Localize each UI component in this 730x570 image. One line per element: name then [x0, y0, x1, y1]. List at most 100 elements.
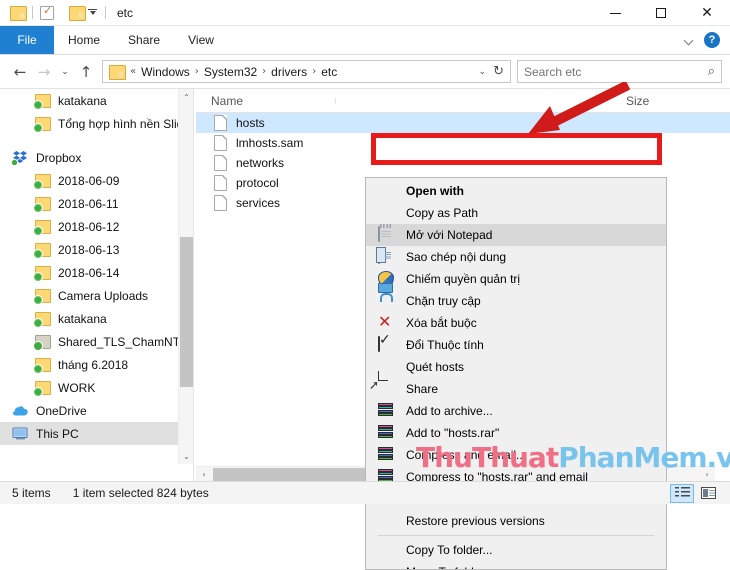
scroll-up-icon[interactable]: ⌃	[179, 89, 194, 105]
delete-x-icon: ✕	[378, 311, 392, 331]
menu-item-sao-chep-noi-dung[interactable]: Sao chép nội dung	[366, 246, 666, 268]
tab-view[interactable]: View	[174, 26, 228, 54]
title-bar: etc ✕	[0, 0, 730, 26]
menu-item-restore-previous-versions[interactable]: Restore previous versions	[366, 510, 666, 532]
sidebar-item-2018-06-12[interactable]: 2018-06-12	[0, 215, 178, 238]
breadcrumb-separator[interactable]: ›	[260, 66, 268, 77]
up-button[interactable]: ↑	[74, 60, 98, 84]
chevron-down-icon[interactable]	[684, 34, 696, 46]
onedrive-icon	[12, 403, 29, 418]
menu-item-open-with[interactable]: Open with	[366, 180, 666, 202]
folder-sync-icon	[33, 116, 51, 133]
sidebar-item-thang-6-2018[interactable]: tháng 6.2018	[0, 353, 178, 376]
context-menu: Open with Copy as Path Mở với Notepad Sa…	[365, 177, 667, 570]
sidebar-item-label: Dropbox	[36, 150, 82, 165]
navigation-pane-scrollbar[interactable]: ⌃ ⌄	[178, 89, 193, 464]
sidebar-item-2018-06-14[interactable]: 2018-06-14	[0, 261, 178, 284]
menu-item-add-to-archive[interactable]: Add to archive...	[366, 400, 666, 422]
search-input[interactable]	[524, 64, 708, 79]
search-box[interactable]: ⌕	[517, 60, 722, 83]
breadcrumb-separator[interactable]: ›	[310, 66, 318, 77]
scroll-left-icon[interactable]: ‹	[196, 467, 212, 482]
refresh-icon[interactable]: ↻	[493, 64, 504, 79]
menu-item-chan-truy-cap[interactable]: Chặn truy cập	[366, 290, 666, 312]
column-label: Name	[211, 93, 244, 108]
sidebar-item-katakana-2[interactable]: katakana	[0, 307, 178, 330]
recent-locations-button[interactable]: ⌄	[56, 60, 74, 84]
sidebar-item-shared-tls-chamnt[interactable]: Shared_TLS_ChamNT	[0, 330, 178, 353]
breadcrumb: « Windows › System32 › drivers › etc	[128, 65, 340, 79]
sidebar-item-2018-06-13[interactable]: 2018-06-13	[0, 238, 178, 261]
menu-item-move-to-folder[interactable]: Move To folder...	[366, 561, 666, 569]
breadcrumb-separator[interactable]: ›	[193, 66, 201, 77]
menu-item-copy-to-folder[interactable]: Copy To folder...	[366, 539, 666, 561]
maximize-button[interactable]	[638, 0, 684, 26]
address-path-field[interactable]: « Windows › System32 › drivers › etc ⌄ ↻	[102, 60, 511, 83]
menu-item-label: Copy as Path	[406, 206, 479, 220]
column-header-size[interactable]: Size	[616, 94, 686, 108]
window-title: etc	[117, 5, 134, 20]
sidebar-item-this-pc[interactable]: This PC	[0, 422, 178, 445]
sidebar-item-dropbox[interactable]: Dropbox	[0, 146, 178, 169]
menu-item-add-to-hosts-rar[interactable]: Add to "hosts.rar"	[366, 422, 666, 444]
close-button[interactable]: ✕	[684, 0, 730, 26]
this-pc-icon	[12, 426, 29, 441]
menu-item-copy-as-path[interactable]: Copy as Path	[366, 202, 666, 224]
table-row[interactable]: hosts	[196, 113, 730, 133]
scrollbar-thumb[interactable]	[180, 237, 193, 387]
file-icon	[214, 195, 227, 211]
address-bar: ← → ⌄ ↑ « Windows › System32 › drivers ›…	[0, 55, 730, 88]
menu-item-compress-and-email[interactable]: Compress and email...	[366, 444, 666, 466]
breadcrumb-overflow[interactable]: «	[128, 66, 138, 77]
new-folder-icon[interactable]	[69, 6, 86, 21]
properties-icon[interactable]	[40, 4, 54, 20]
sidebar-item-label: 2018-06-13	[58, 242, 120, 257]
folder-sync-icon	[33, 311, 51, 328]
search-icon[interactable]: ⌕	[708, 64, 715, 79]
sidebar-item-camera-uploads[interactable]: Camera Uploads	[0, 284, 178, 307]
menu-item-chiem-quyen-quan-tri[interactable]: Chiếm quyền quản trị	[366, 268, 666, 290]
sidebar-item-work[interactable]: WORK	[0, 376, 178, 399]
table-row[interactable]: lmhosts.sam	[196, 133, 730, 153]
table-row[interactable]: networks	[196, 153, 730, 173]
sidebar-item-label: Tổng hợp hình nền Slid	[58, 116, 178, 131]
large-icons-view-button[interactable]	[696, 484, 720, 503]
scroll-right-icon[interactable]: ›	[699, 467, 715, 482]
sidebar-item-label: katakana	[58, 311, 107, 326]
customize-caret-icon[interactable]	[87, 7, 98, 18]
sidebar-item-tong-hop[interactable]: Tổng hợp hình nền Slid	[0, 112, 178, 135]
breadcrumb-drivers[interactable]: drivers	[268, 65, 310, 79]
scroll-down-icon[interactable]: ⌄	[179, 448, 194, 464]
menu-item-label: Add to "hosts.rar"	[406, 426, 500, 440]
sidebar-item-2018-06-11[interactable]: 2018-06-11	[0, 192, 178, 215]
file-icon	[214, 155, 227, 171]
minimize-button[interactable]	[592, 0, 638, 26]
help-icon[interactable]: ?	[704, 32, 720, 48]
large-icons-view-icon	[700, 487, 716, 499]
menu-item-doi-thuoc-tinh[interactable]: Đổi Thuộc tính	[366, 334, 666, 356]
tab-file[interactable]: File	[0, 26, 54, 54]
menu-separator	[378, 535, 654, 536]
sidebar-item-katakana[interactable]: katakana	[0, 89, 178, 112]
column-header-name[interactable]: Name ⌃	[196, 89, 336, 108]
forward-button[interactable]: →	[32, 60, 56, 84]
view-mode-buttons	[670, 483, 730, 503]
breadcrumb-system32[interactable]: System32	[201, 65, 260, 79]
menu-item-mo-voi-notepad[interactable]: Mở với Notepad	[366, 224, 666, 246]
back-button[interactable]: ←	[8, 60, 32, 84]
tab-home[interactable]: Home	[54, 26, 114, 54]
sidebar-item-2018-06-09[interactable]: 2018-06-09	[0, 169, 178, 192]
breadcrumb-etc[interactable]: etc	[318, 65, 340, 79]
menu-item-share[interactable]: Share	[366, 378, 666, 400]
path-folder-icon	[109, 65, 126, 80]
address-dropdown-icon[interactable]: ⌄	[479, 67, 487, 77]
breadcrumb-windows[interactable]: Windows	[138, 65, 193, 79]
divider	[105, 6, 106, 19]
tab-share[interactable]: Share	[114, 26, 174, 54]
menu-item-quet-hosts[interactable]: Quét hosts	[366, 356, 666, 378]
menu-item-xoa-bat-buoc[interactable]: ✕ Xóa bắt buộc	[366, 312, 666, 334]
sidebar-item-onedrive[interactable]: OneDrive	[0, 399, 178, 422]
folder-icon[interactable]	[10, 6, 27, 21]
details-view-button[interactable]	[670, 483, 694, 503]
